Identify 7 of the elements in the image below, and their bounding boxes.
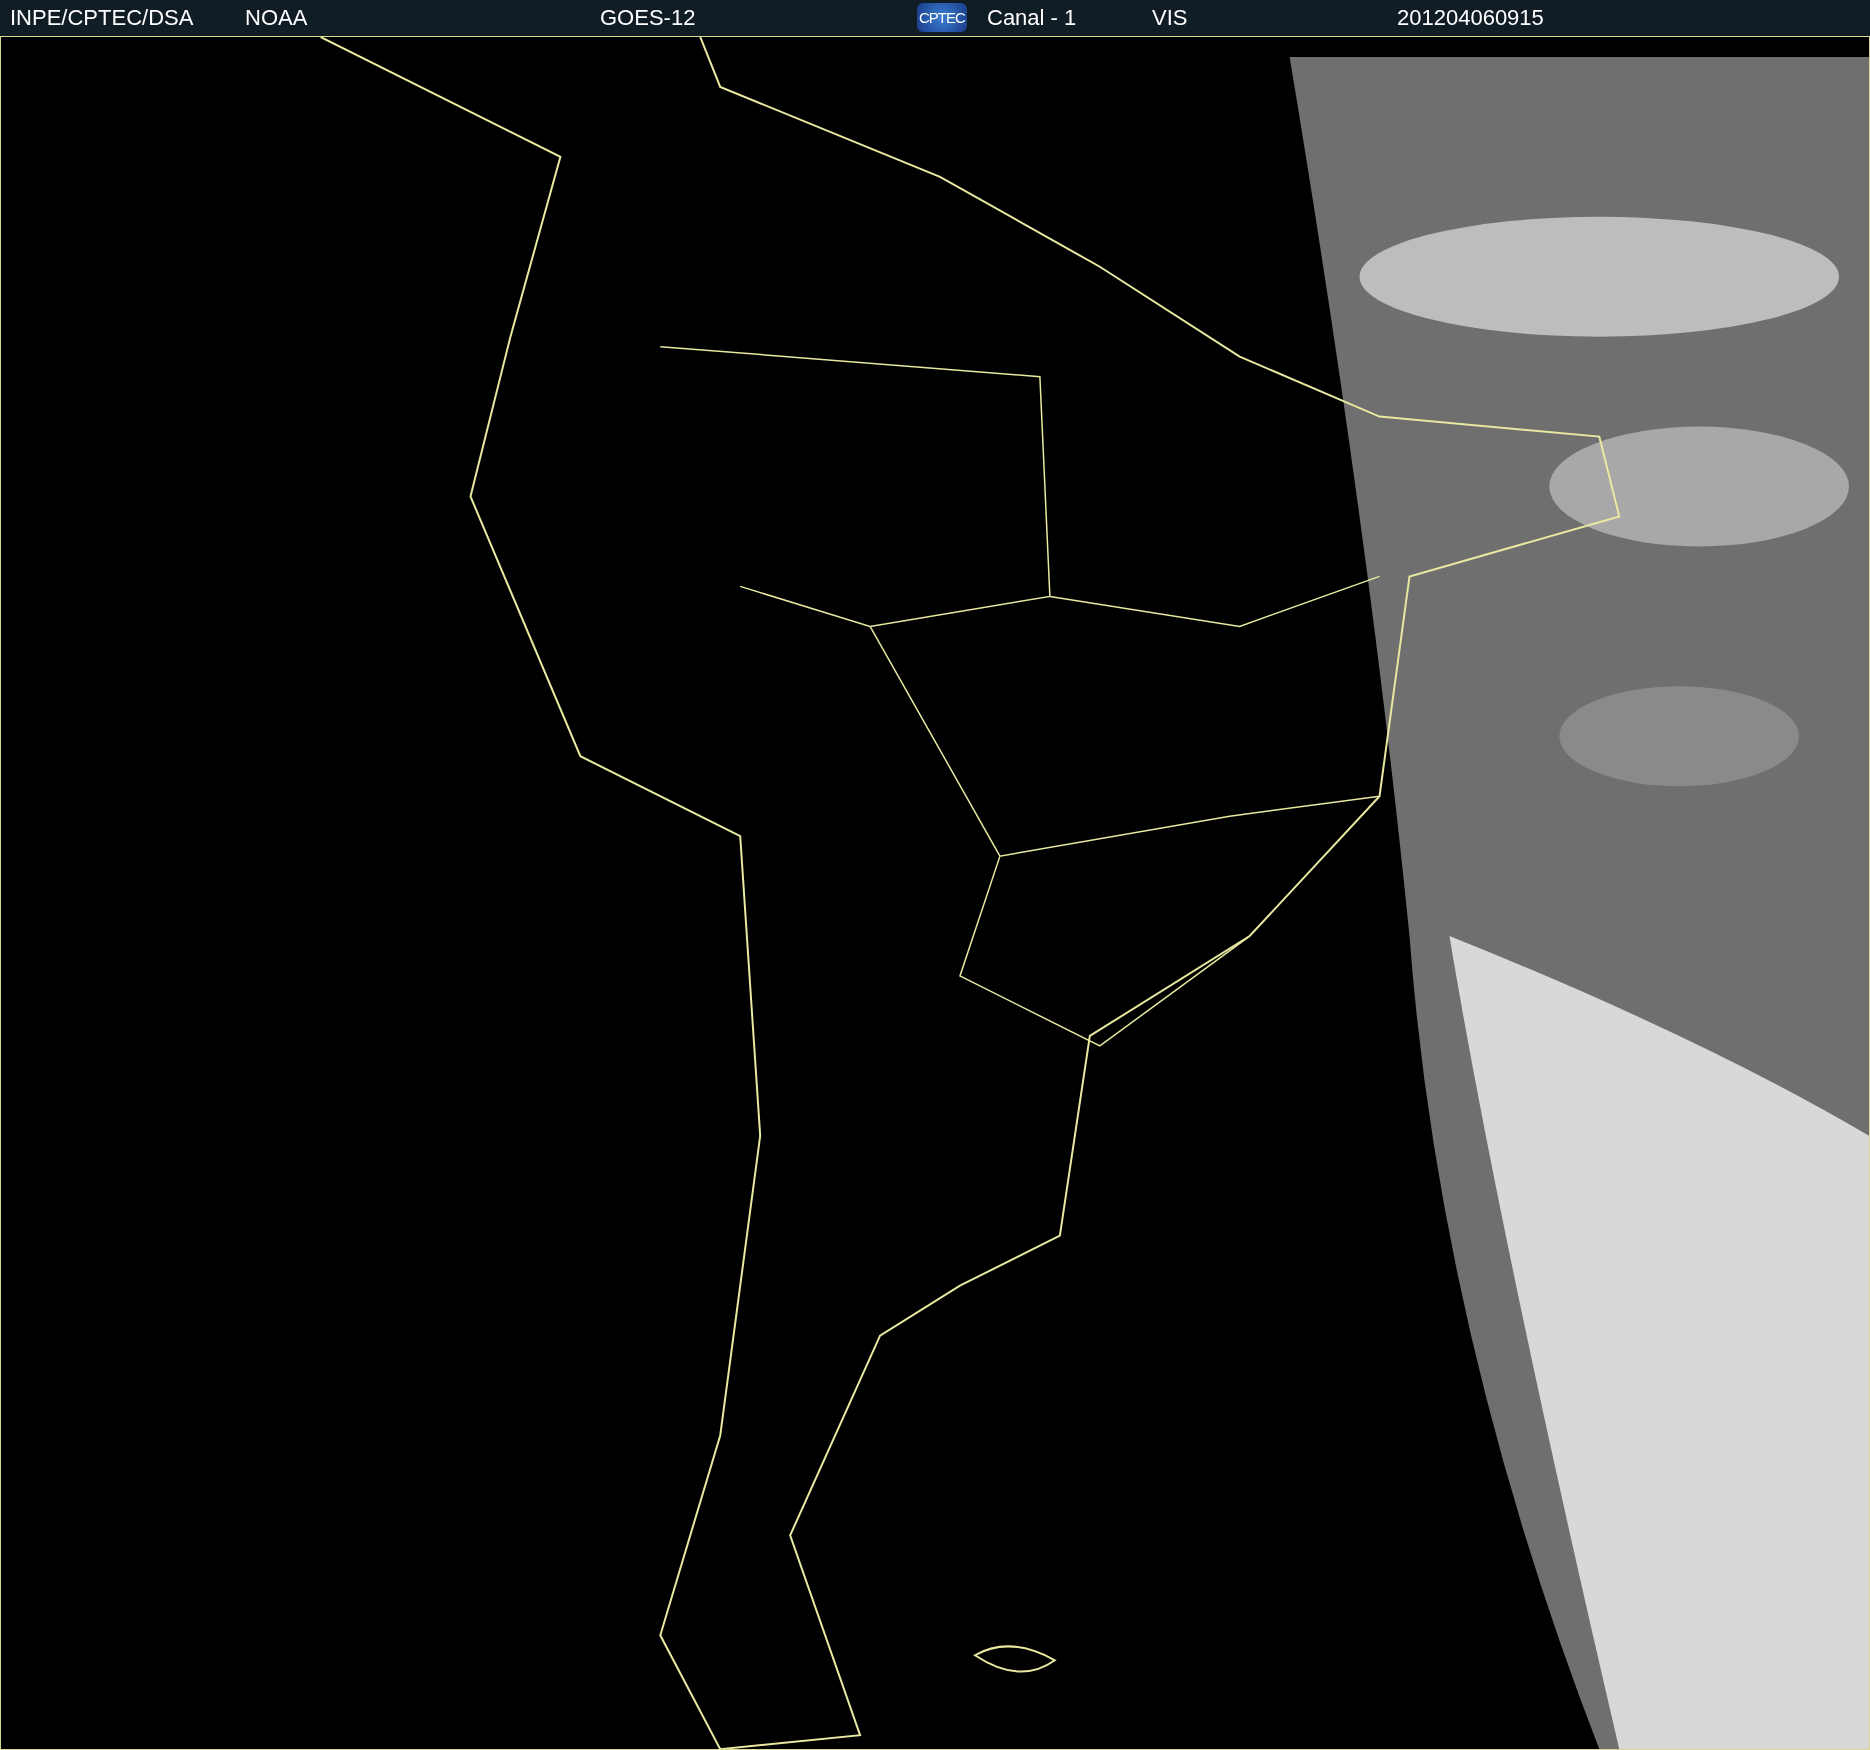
logo: CPTEC (917, 3, 967, 33)
source-label: INPE/CPTEC/DSA (10, 4, 195, 31)
band-label: VIS (1152, 4, 1189, 31)
timestamp-label: 201204060915 (1397, 4, 1545, 31)
satellite-label: GOES-12 (600, 4, 697, 31)
channel-label: Canal - 1 (987, 4, 1078, 31)
agency-label: NOAA (245, 4, 309, 31)
